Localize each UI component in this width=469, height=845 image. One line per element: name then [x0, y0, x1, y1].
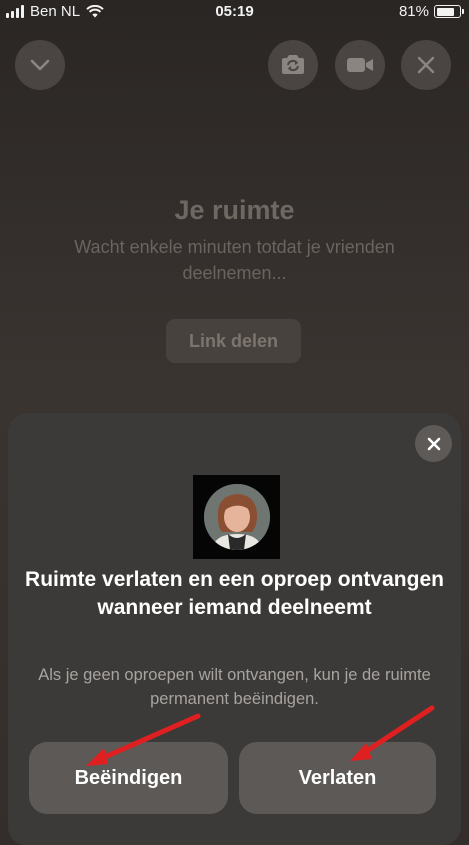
- battery-icon: [434, 5, 464, 18]
- close-icon: [417, 56, 435, 74]
- battery-percent: 81%: [398, 3, 429, 20]
- room-title: Je ruimte: [174, 195, 295, 225]
- video-toggle-button[interactable]: [335, 40, 385, 90]
- sheet-title: Ruimte verlaten en een oproep ontvangen …: [25, 568, 444, 619]
- close-icon: [427, 437, 440, 450]
- camera-switch-icon: [282, 55, 304, 74]
- avatar-frame: [193, 475, 280, 559]
- end-room-button[interactable]: Beëindigen: [29, 742, 228, 814]
- sheet-description: Als je geen oproepen wilt ontvangen, kun…: [38, 666, 431, 708]
- room-subtitle: Wacht enkele minuten totdat je vrienden …: [74, 237, 395, 283]
- status-bar: Ben NL 05:19 81%: [0, 0, 469, 26]
- avatar: [203, 484, 270, 550]
- chevron-down-icon: [30, 59, 50, 71]
- video-camera-icon: [347, 58, 373, 72]
- video-room-screen: Ben NL 05:19 81% Je ruimte Wacht enkele …: [0, 0, 469, 845]
- battery-fill: [436, 7, 455, 16]
- profile-photo-icon: [203, 484, 270, 550]
- switch-camera-button[interactable]: [268, 40, 318, 90]
- sheet-close-button[interactable]: [415, 425, 452, 462]
- leave-room-button[interactable]: Verlaten: [239, 742, 436, 814]
- status-right: 81%: [398, 3, 464, 20]
- close-room-button[interactable]: [401, 40, 451, 90]
- share-link-button[interactable]: Link delen: [166, 319, 301, 363]
- minimize-button[interactable]: [15, 40, 65, 90]
